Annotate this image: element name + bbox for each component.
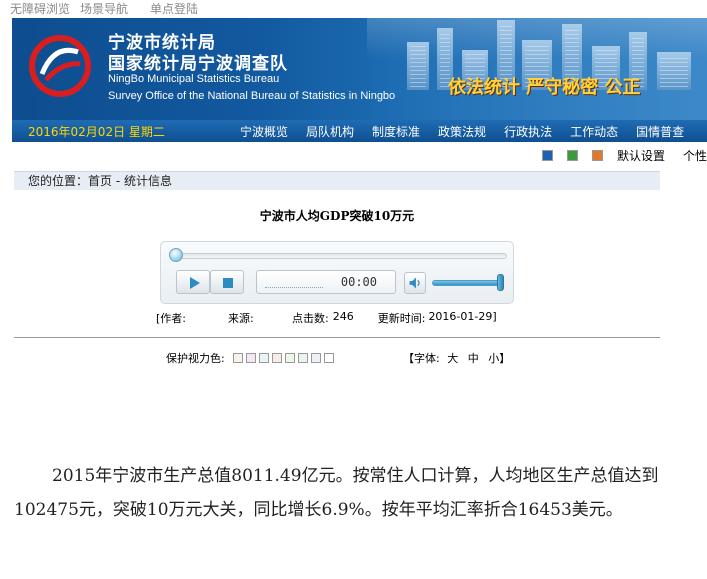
audio-player: 00:00 <box>160 241 514 304</box>
time-readout: 00:00 <box>340 275 377 289</box>
default-style-link[interactable]: 默认设置 <box>617 147 665 164</box>
site-title-en-2: Survey Office of the National Bureau of … <box>108 90 396 102</box>
eye-color-swatch[interactable] <box>232 353 243 363</box>
nav-item-policies[interactable]: 政策法规 <box>438 123 486 140</box>
eye-color-swatch[interactable] <box>310 353 321 363</box>
style-switcher: 默认设置 个性 <box>12 143 707 167</box>
play-icon <box>190 277 200 289</box>
font-medium-link[interactable]: 中 <box>468 352 479 365</box>
nav-item-news[interactable]: 工作动态 <box>570 123 618 140</box>
eye-color-swatch[interactable] <box>323 353 334 363</box>
eye-color-swatch[interactable] <box>271 353 282 363</box>
eye-protection-row: 保护视力色: <box>166 350 337 366</box>
author-label: [作者: <box>156 312 186 325</box>
speaker-icon <box>409 277 420 289</box>
sso-login-link[interactable]: 单点登陆 <box>150 0 198 18</box>
article-meta: [作者: 来源: 点击数: 246 更新时间: 2016-01-29] <box>156 310 521 326</box>
eye-protection-label: 保护视力色: <box>166 352 225 365</box>
nav-item-enforcement[interactable]: 行政执法 <box>504 123 552 140</box>
scene-nav-link[interactable]: 场景导航 <box>80 0 128 18</box>
update-date: 2016-01-29] <box>428 310 497 323</box>
volume-slider[interactable] <box>432 280 502 286</box>
audio-progress-knob[interactable] <box>169 248 183 262</box>
stop-button[interactable] <box>210 270 244 294</box>
clicks-count: 246 <box>332 310 354 323</box>
volume-knob[interactable] <box>497 274 504 291</box>
font-size-label: 【字体: <box>403 352 440 365</box>
source-label: 来源: <box>228 312 254 325</box>
audio-progress-bar[interactable] <box>171 253 507 259</box>
breadcrumb: 您的位置：首页 - 统计信息 <box>14 171 660 190</box>
banner-skyline <box>367 18 707 120</box>
accessibility-link[interactable]: 无障碍浏览 <box>10 0 70 18</box>
nav-item-overview[interactable]: 宁波概览 <box>240 123 288 140</box>
eye-color-swatch[interactable] <box>284 353 295 363</box>
clicks-label: 点击数: <box>292 312 329 325</box>
play-button[interactable] <box>176 270 210 294</box>
main-nav: 2016年02月02日 星期二 宁波概览 局队机构 制度标准 政策法规 行政执法… <box>12 120 707 142</box>
eye-color-swatch[interactable] <box>245 353 256 363</box>
top-links: 无障碍浏览 场景导航 单点登陆 <box>0 0 198 18</box>
font-size-switcher: 【字体: 大 中 小】 <box>403 350 510 366</box>
eye-color-swatch[interactable] <box>258 353 269 363</box>
bureau-logo-icon <box>29 35 91 97</box>
update-date-label: 更新时间: <box>377 312 426 325</box>
article-body: 2015年宁波市生产总值8011.49亿元。按常住人口计算，人均地区生产总值达到… <box>14 466 659 520</box>
font-small-link[interactable]: 小】 <box>488 352 510 365</box>
current-date: 2016年02月02日 星期二 <box>28 124 165 139</box>
stop-icon <box>223 278 233 288</box>
article-title: 宁波市人均GDP突破10万元 <box>259 209 415 223</box>
nav-item-organization[interactable]: 局队机构 <box>306 123 354 140</box>
time-display: 00:00 <box>256 270 396 294</box>
buffer-indicator <box>265 287 323 289</box>
nav-item-standards[interactable]: 制度标准 <box>372 123 420 140</box>
eye-color-swatch[interactable] <box>297 353 308 363</box>
personal-style-link[interactable]: 个性 <box>683 147 707 164</box>
divider <box>14 337 660 338</box>
style-orange-swatch[interactable] <box>591 149 603 161</box>
style-blue-swatch[interactable] <box>541 149 553 161</box>
site-title-cn-2: 国家统计局宁波调查队 <box>108 54 288 74</box>
site-title-en-1: NingBo Municipal Statistics Bureau <box>108 73 280 85</box>
style-green-swatch[interactable] <box>566 149 578 161</box>
font-large-link[interactable]: 大 <box>447 352 458 365</box>
nav-item-census[interactable]: 国情普查 <box>636 123 684 140</box>
volume-button[interactable] <box>404 272 426 294</box>
banner-slogan: 依法统计 严守秘密 公正 <box>448 77 641 98</box>
site-banner: 宁波市统计局 国家统计局宁波调查队 NingBo Municipal Stati… <box>12 18 707 120</box>
